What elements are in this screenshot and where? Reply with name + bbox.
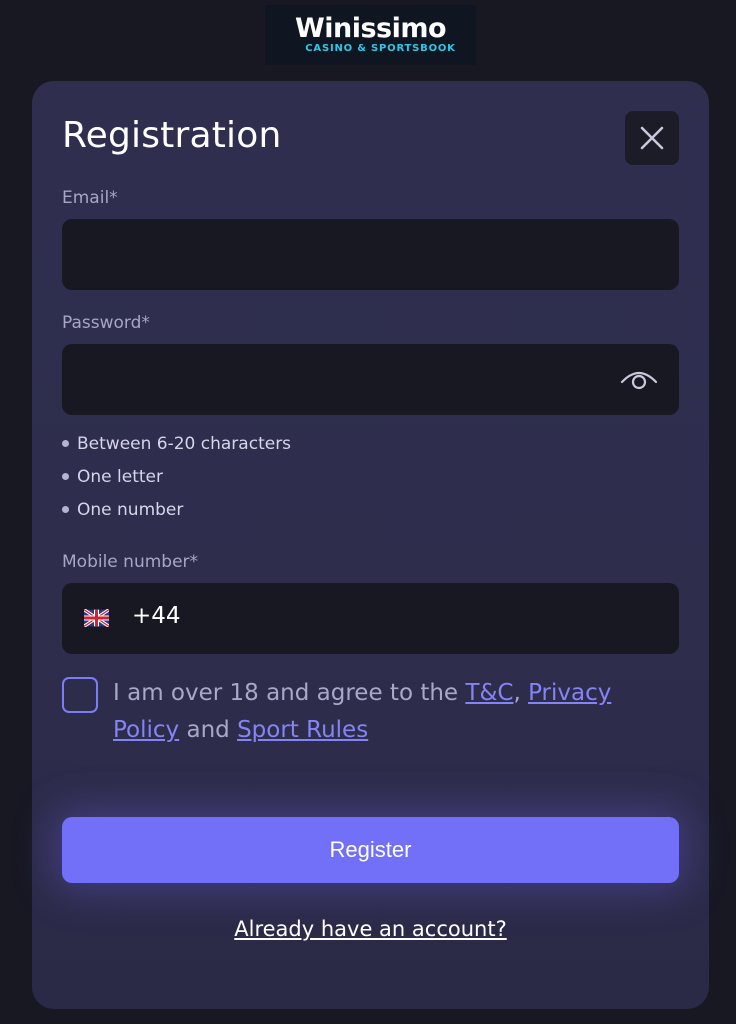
eye-icon [620,371,658,390]
password-rule: Between 6-20 characters [62,427,291,460]
consent-separator: , [513,680,529,706]
consent-text: I am over 18 and agree to the T&C, Priva… [113,675,653,749]
password-rule-text: Between 6-20 characters [77,433,292,454]
register-button[interactable]: Register [62,817,679,883]
consent-text-start: I am over 18 and agree to the [113,680,466,706]
bullet-icon [62,506,69,513]
password-rule: One letter [62,460,291,493]
sport-rules-link[interactable]: Sport Rules [237,717,368,743]
email-field[interactable] [62,219,679,290]
close-icon [640,126,664,150]
password-rule: One number [62,493,291,526]
close-button[interactable] [625,111,679,165]
mobile-field[interactable]: +44 [62,583,679,654]
brand-tagline: CASINO & SPORTSBOOK [305,43,456,54]
bullet-icon [62,440,69,447]
show-password-button[interactable] [619,364,659,396]
password-rule-text: One letter [77,466,163,487]
mobile-label: Mobile number* [62,552,199,572]
brand-name: Winissimo [294,13,447,44]
password-rules: Between 6-20 characters One letter One n… [62,427,291,526]
login-link[interactable]: Already have an account? [32,917,709,941]
modal-title: Registration [62,115,282,156]
password-field[interactable] [62,344,679,415]
password-label: Password* [62,313,150,333]
brand-logo: Winissimo CASINO & SPORTSBOOK [265,5,476,65]
consent-and: and [179,717,238,743]
bullet-icon [62,473,69,480]
email-label: Email* [62,188,118,208]
registration-modal: Registration Email* Password* Between 6-… [32,81,709,1009]
password-rule-text: One number [77,499,184,520]
country-code: +44 [132,603,181,629]
uk-flag-icon[interactable] [84,609,109,627]
tc-link[interactable]: T&C [465,680,513,706]
age-consent-checkbox[interactable] [62,677,98,713]
